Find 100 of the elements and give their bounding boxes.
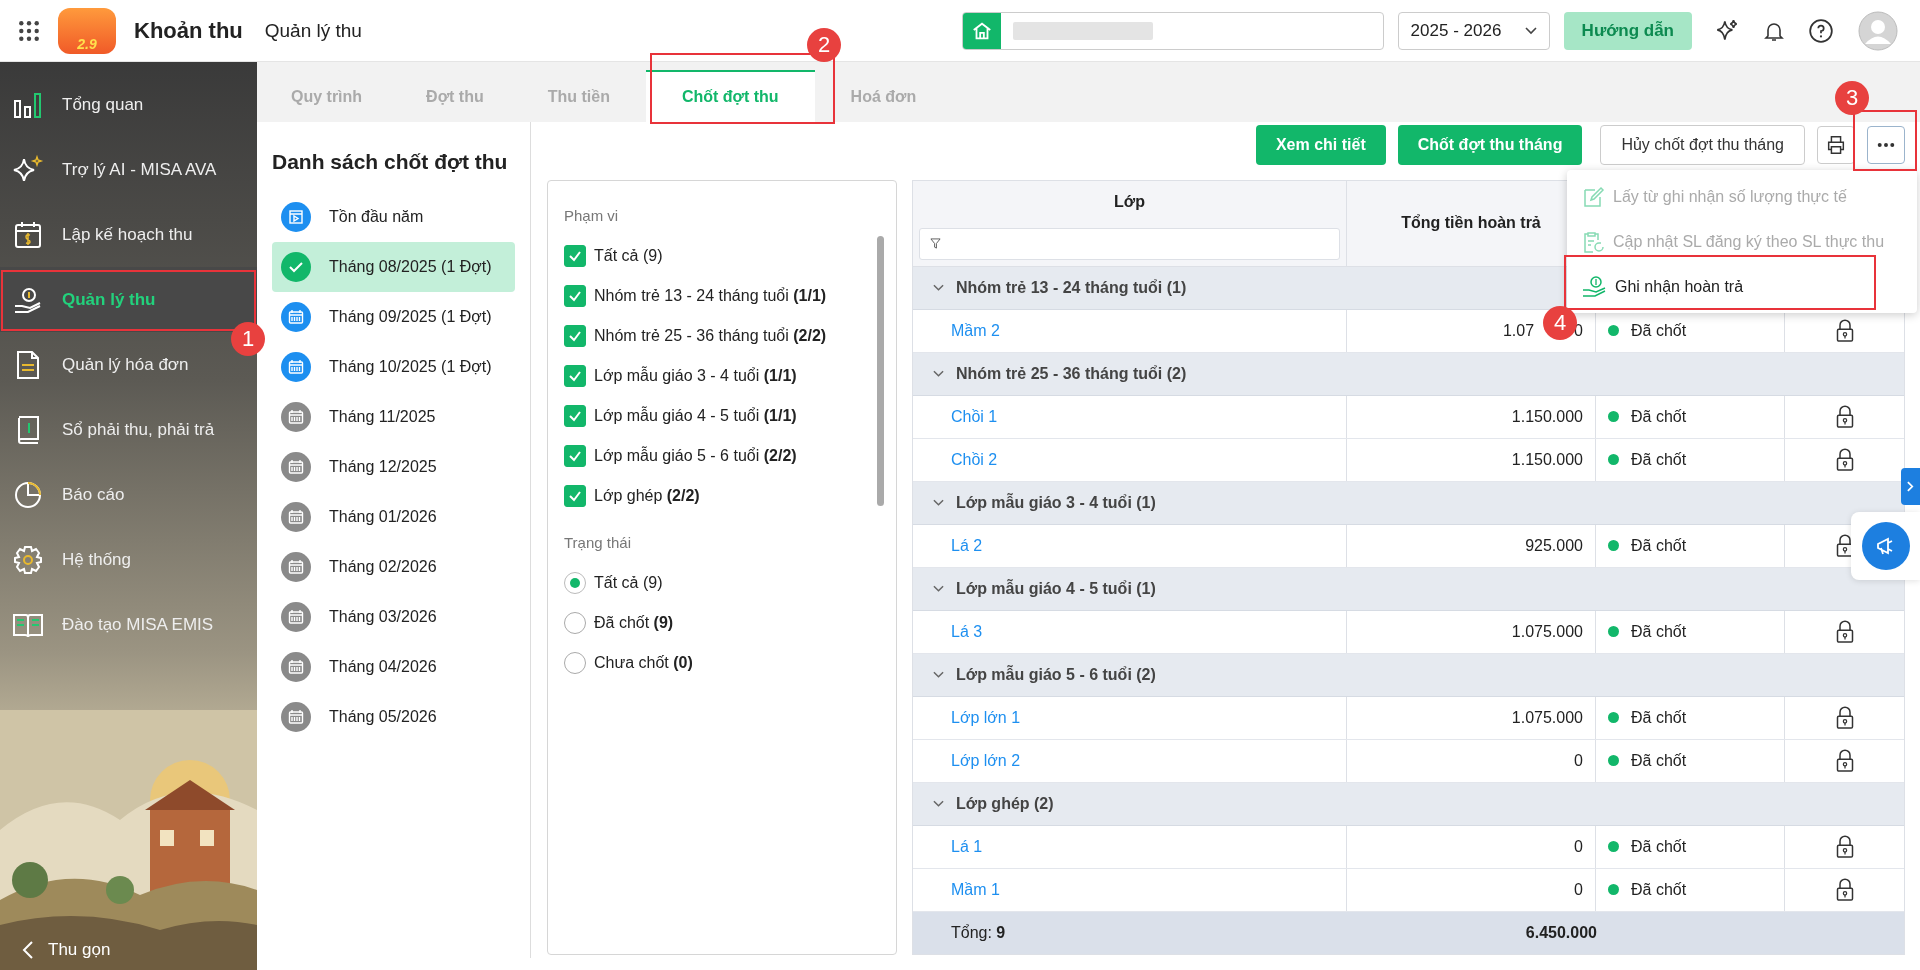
sidebar-item[interactable]: Báo cáo [0,462,229,527]
period-item[interactable]: Tháng 12/2025 [272,442,515,492]
table-cell: 1.150.000 [1511,450,1583,469]
document-circle-icon [281,202,311,232]
column-filter-field[interactable] [919,227,1340,260]
apps-menu-icon[interactable] [18,19,40,42]
table-cell: 0 [1574,837,1583,856]
lock-icon[interactable] [1834,404,1855,429]
column-header: Lớp [1114,193,1145,211]
check-icon [568,369,582,383]
app-title: Khoản thu [134,17,243,44]
checkbox-label: Lớp ghép (2/2) [594,487,700,505]
status-dot [1608,540,1619,552]
check-icon [568,489,582,503]
status-dot [1608,626,1619,638]
printer-icon [1825,134,1847,156]
status-dot [1608,841,1619,853]
chevron-icon [933,799,944,808]
checkbox[interactable] [564,365,586,387]
sidebar-item[interactable]: Tổng quan [0,72,229,137]
lock-icon[interactable] [1834,748,1855,773]
period-item[interactable]: Tháng 01/2026 [272,492,515,542]
checkbox-label: Lớp mẫu giáo 4 - 5 tuổi (1/1) [594,407,797,425]
more-button[interactable] [1867,126,1905,164]
class-link[interactable]: Lá 1 [925,837,983,856]
calendar-circle-icon [281,702,311,732]
status-text: Đã chốt [1631,321,1687,340]
lock-icon[interactable] [1834,877,1855,902]
help-icon[interactable] [1808,17,1834,44]
group-row[interactable]: Lớp ghép (2) [913,782,1904,826]
lock-icon[interactable] [1834,619,1855,644]
app-logo: 2.9 [58,7,116,54]
lock-icon[interactable] [1834,834,1855,859]
period-item[interactable]: Tháng 09/2025 (1 Đợt) [272,292,515,342]
table-cell: 0 [1574,880,1583,899]
group-row[interactable]: Lớp mẫu giáo 5 - 6 tuổi (2) [913,653,1904,697]
checkbox-label: Lớp mẫu giáo 5 - 6 tuổi (2/2) [594,447,797,465]
filter-label: Phạm vi [564,207,620,224]
sidebar-item[interactable]: Quản lý hóa đơn [0,332,229,397]
lock-icon[interactable] [1834,705,1855,730]
period-item[interactable]: Tháng 11/2025 [272,392,515,442]
lock-icon[interactable] [1834,318,1855,343]
announce-button[interactable] [1861,522,1910,570]
sidebar-item[interactable]: Lập kế hoạch thu [0,202,229,267]
check-icon [568,329,582,343]
chevron-icon [933,498,944,507]
period-item[interactable]: Tháng 03/2026 [272,592,515,642]
status-dot [1608,755,1619,767]
period-item[interactable]: Tháng 04/2026 [272,642,515,692]
checkbox[interactable] [564,325,586,347]
calendar-circle-icon [281,302,311,332]
sidebar-item[interactable]: Trợ lý AI - MISA AVA [0,137,229,202]
print-button[interactable] [1817,126,1855,164]
checkbox[interactable] [564,405,586,427]
class-link[interactable]: Chồi 1 [925,407,998,426]
school-year-select[interactable]: 2025 - 2026 [1397,11,1550,50]
checkbox[interactable] [564,485,586,507]
clipboard-icon [1581,229,1605,254]
check-icon [568,449,582,463]
group-row[interactable]: Lớp mẫu giáo 3 - 4 tuổi (1) [913,481,1904,525]
class-link[interactable]: Mầm 2 [925,321,1000,340]
school-field[interactable] [961,11,1384,50]
sidebar-item[interactable]: Sổ phải thu, phải trả [0,397,229,462]
sidebar-item[interactable]: Quản lý thu [0,267,257,332]
period-item[interactable]: Tháng 02/2026 [272,542,515,592]
radio-label: Tất cả (9) [594,574,663,592]
chevron-left-icon [22,940,34,960]
outline-button[interactable]: Hủy chốt đợt thu tháng [1600,125,1805,165]
checkbox[interactable] [564,445,586,467]
sidebar-item[interactable]: Hệ thống [0,527,229,592]
collapse-button[interactable]: Thu gọn [22,940,111,960]
group-row[interactable]: Nhóm trẻ 25 - 36 tháng tuổi (2) [913,352,1904,396]
class-link[interactable]: Mầm 1 [925,880,1000,899]
period-item[interactable]: Tháng 10/2025 (1 Đợt) [272,342,515,392]
calendar-circle-icon [281,552,311,582]
status-dot [1608,884,1619,896]
class-link[interactable]: Lớp lớn 2 [925,751,1021,770]
total-amount: 6.450.000 [1524,923,1597,942]
chevron-icon [933,584,944,593]
check-icon [568,249,582,263]
class-link[interactable]: Lá 3 [925,622,983,641]
table-cell: 1.150.000 [1511,407,1583,426]
scrollbar[interactable] [877,236,884,506]
period-item[interactable]: Tháng 05/2026 [272,692,515,742]
lock-icon[interactable] [1834,447,1855,472]
period-item[interactable]: Tồn đầu năm [272,192,515,242]
class-link[interactable]: Lớp lớn 1 [925,708,1021,727]
class-link[interactable]: Chồi 2 [925,450,998,469]
group-row[interactable]: Lớp mẫu giáo 4 - 5 tuổi (1) [913,567,1904,611]
checkbox[interactable] [564,285,586,307]
class-link[interactable]: Lá 2 [925,536,983,555]
panel-toggle[interactable] [1901,468,1920,505]
status-dot [1608,325,1619,337]
status-text: Đã chốt [1631,708,1687,727]
chevron-right-icon [1907,481,1914,492]
checkbox[interactable] [564,245,586,267]
table-cell: 925.000 [1525,536,1583,555]
gear-icon [12,543,44,576]
period-item[interactable]: Tháng 08/2025 (1 Đợt) [272,242,515,292]
status-text: Đã chốt [1631,751,1687,770]
